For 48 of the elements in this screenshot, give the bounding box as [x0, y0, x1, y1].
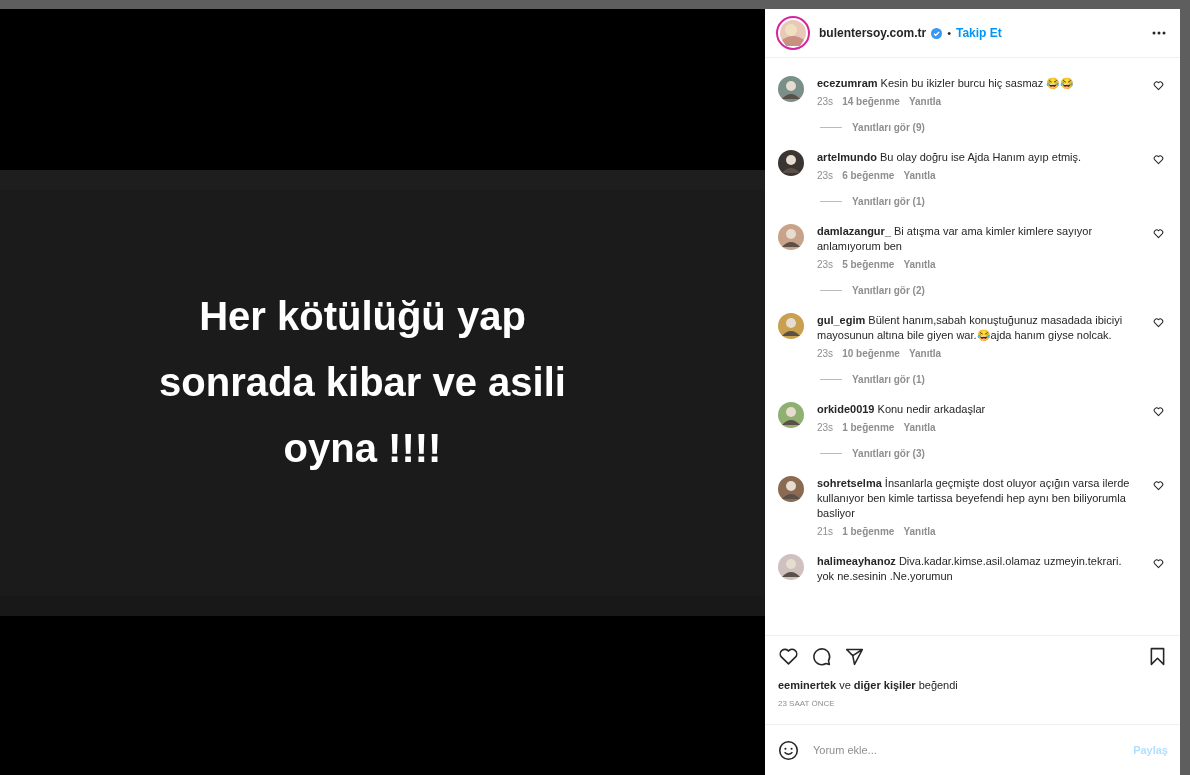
follow-button[interactable]: Takip Et — [956, 26, 1002, 40]
reply-link[interactable]: Yanıtla — [903, 526, 936, 537]
comment-icon[interactable] — [811, 646, 832, 667]
reply-link[interactable]: Yanıtla — [908, 96, 942, 107]
heart-icon[interactable] — [778, 646, 799, 667]
like-count[interactable]: 10 beğenme — [842, 348, 900, 359]
comment-text: halimeayhanoz Diva.kadar.kimse.asil.olamaz uzmeyin.tekrari. yok ne.sesinin .Ne.yorumun — [817, 554, 1123, 584]
reply-link[interactable]: Yanıtla — [903, 422, 936, 433]
like-count[interactable]: 1 beğenme — [842, 526, 895, 537]
heart-icon[interactable] — [1153, 558, 1164, 569]
send-icon[interactable] — [844, 646, 865, 667]
post-timestamp: 23 SAAT ÖNCE — [778, 699, 836, 708]
like-count[interactable]: 6 beğenme — [842, 170, 895, 181]
view-replies-link[interactable]: Yanıtları gör (2) — [852, 285, 925, 296]
username[interactable]: bulentersoy.com.tr — [819, 26, 927, 40]
like-count[interactable]: 1 beğenme — [842, 422, 895, 433]
comment-time: 23s — [817, 96, 834, 107]
comment-time: 23s — [817, 170, 834, 181]
view-replies-link[interactable]: Yanıtları gör (9) — [852, 122, 925, 133]
heart-icon[interactable] — [1153, 317, 1164, 328]
more-options-icon[interactable] — [1152, 31, 1166, 35]
like-count[interactable]: 5 beğenme — [842, 259, 895, 270]
view-replies-link[interactable]: Yanıtları gör (1) — [852, 196, 925, 207]
comment-text: ecezumram Kesin bu ikizler burcu hiç sasmaz 😂😂 — [817, 76, 1076, 91]
comment-text: orkide0019 Konu nedir arkadaşlar — [817, 402, 987, 417]
reply-link[interactable]: Yanıtla — [908, 348, 942, 359]
heart-icon[interactable] — [1153, 480, 1164, 491]
caption-text: Her kötülüğü yap sonrada kibar ve asili oyna !!!! — [158, 293, 567, 472]
comment-text: sohretselma İnsanlarla geçmişte dost oluyor açığın varsa ilerde kullanıyor ben kimle tartissa beyefendi hep aynı ben biliyorumla basliyor — [817, 476, 1131, 521]
view-replies-link[interactable]: Yanıtları gör (3) — [852, 448, 925, 459]
reply-link[interactable]: Yanıtla — [903, 259, 936, 270]
comment-time: 23s — [817, 259, 834, 270]
comment-time: 23s — [817, 348, 834, 359]
view-replies-link[interactable]: Yanıtları gör (1) — [852, 374, 925, 385]
comment-text: gul_egim Bülent hanım,sabah konuştuğunuz masadada ibiciyi mayosunun altına bile giyen war.😂ajda hanım giyse nolcak. — [817, 313, 1124, 343]
heart-icon[interactable] — [1153, 80, 1164, 91]
emoji-icon[interactable] — [778, 739, 799, 761]
comment-text: artelmundo Bu olay doğru ise Ajda Hanım ayıp etmiş. — [817, 150, 1083, 165]
likes-summary: eeminertek ve diğer kişiler beğendi — [778, 679, 959, 691]
separator: • — [947, 27, 951, 39]
reply-link[interactable]: Yanıtla — [903, 170, 936, 181]
heart-icon[interactable] — [1153, 228, 1164, 239]
comment-time: 21s — [817, 526, 834, 537]
like-count[interactable]: 14 beğenme — [842, 96, 900, 107]
comment-text: damlazangur_ Bi atışma var ama kimler kimlere sayıyor anlamıyorum ben — [817, 224, 1094, 254]
heart-icon[interactable] — [1153, 406, 1164, 417]
comment-time: 23s — [817, 422, 834, 433]
heart-icon[interactable] — [1153, 154, 1164, 165]
